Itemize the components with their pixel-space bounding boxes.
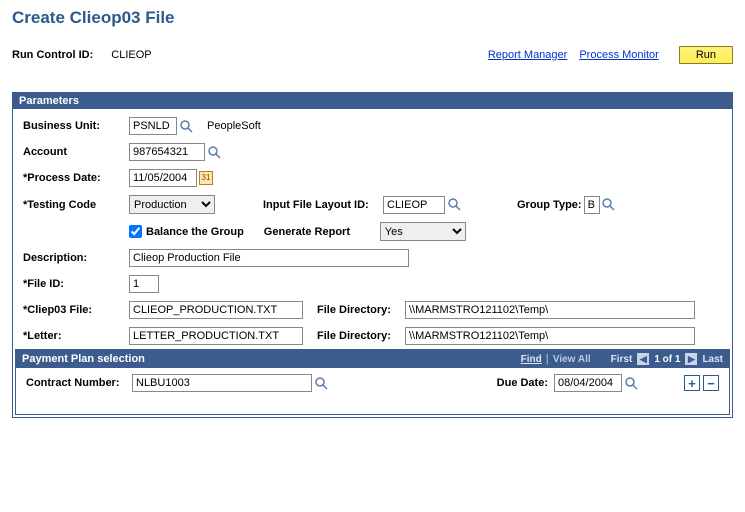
- due-date-label: Due Date:: [497, 377, 548, 389]
- calendar-icon[interactable]: 31: [199, 171, 213, 185]
- lookup-icon[interactable]: [314, 376, 328, 390]
- business-unit-name: PeopleSoft: [207, 120, 261, 132]
- business-unit-label: Business Unit:: [23, 120, 129, 132]
- file-id-label: *File ID:: [23, 278, 129, 290]
- payment-header-title: Payment Plan selection: [22, 353, 145, 365]
- find-link[interactable]: Find: [521, 354, 542, 365]
- page-title: Create Clieop03 File: [12, 8, 733, 28]
- lookup-icon[interactable]: [207, 145, 221, 159]
- description-label: Description:: [23, 252, 129, 264]
- balance-checkbox[interactable]: [129, 225, 142, 238]
- run-control-label: Run Control ID:: [12, 49, 93, 61]
- chevron-right-icon[interactable]: ▶: [684, 352, 698, 366]
- process-monitor-link[interactable]: Process Monitor: [579, 49, 658, 61]
- report-manager-link[interactable]: Report Manager: [488, 49, 568, 61]
- description-input[interactable]: [129, 249, 409, 267]
- first-label: First: [611, 354, 633, 365]
- run-control-value: CLIEOP: [111, 49, 151, 61]
- parameters-body: Business Unit: PeopleSoft Account *Proce…: [13, 109, 732, 417]
- testing-code-label: *Testing Code: [23, 199, 129, 211]
- file-directory-input-1[interactable]: [405, 301, 695, 319]
- parameters-panel: Parameters Business Unit: PeopleSoft Acc…: [12, 92, 733, 418]
- due-date-input[interactable]: [554, 374, 622, 392]
- letter-label: *Letter:: [23, 330, 129, 342]
- lookup-icon[interactable]: [624, 376, 638, 390]
- contract-number-input[interactable]: [132, 374, 312, 392]
- payment-header: Payment Plan selection Find | View All F…: [16, 350, 729, 368]
- group-type-label: Group Type:: [517, 199, 582, 211]
- account-label: Account: [23, 146, 129, 158]
- chevron-left-icon[interactable]: ◀: [636, 352, 650, 366]
- file-id-input[interactable]: [129, 275, 159, 293]
- file-directory-input-2[interactable]: [405, 327, 695, 345]
- input-file-layout-label: Input File Layout ID:: [263, 199, 383, 211]
- separator: |: [546, 353, 549, 365]
- delete-row-icon[interactable]: −: [703, 375, 719, 391]
- payment-row: Contract Number: Due Date: + −: [16, 368, 729, 414]
- parameters-header-title: Parameters: [19, 95, 79, 107]
- run-control-row: Run Control ID: CLIEOP Report Manager Pr…: [12, 46, 733, 64]
- letter-input[interactable]: [129, 327, 303, 345]
- input-file-layout-input[interactable]: [383, 196, 445, 214]
- file-directory-label-1: File Directory:: [317, 304, 405, 316]
- business-unit-input[interactable]: [129, 117, 177, 135]
- position-text: 1 of 1: [654, 354, 680, 365]
- run-button[interactable]: Run: [679, 46, 733, 64]
- clieop-file-label: *Cliep03 File:: [23, 304, 129, 316]
- add-row-icon[interactable]: +: [684, 375, 700, 391]
- process-date-input[interactable]: [129, 169, 197, 187]
- generate-report-select[interactable]: Yes: [380, 222, 466, 241]
- balance-label: Balance the Group: [146, 226, 244, 238]
- group-type-input[interactable]: [584, 196, 600, 214]
- process-date-label: *Process Date:: [23, 172, 129, 184]
- last-label: Last: [702, 354, 723, 365]
- generate-report-label: Generate Report: [264, 226, 380, 238]
- lookup-icon[interactable]: [602, 198, 616, 212]
- file-directory-label-2: File Directory:: [317, 330, 405, 342]
- parameters-header: Parameters: [13, 93, 732, 109]
- contract-number-label: Contract Number:: [26, 377, 132, 389]
- lookup-icon[interactable]: [447, 198, 461, 212]
- clieop-file-input[interactable]: [129, 301, 303, 319]
- testing-code-select[interactable]: Production: [129, 195, 215, 214]
- account-input[interactable]: [129, 143, 205, 161]
- lookup-icon[interactable]: [179, 119, 193, 133]
- view-all-link[interactable]: View All: [553, 354, 591, 365]
